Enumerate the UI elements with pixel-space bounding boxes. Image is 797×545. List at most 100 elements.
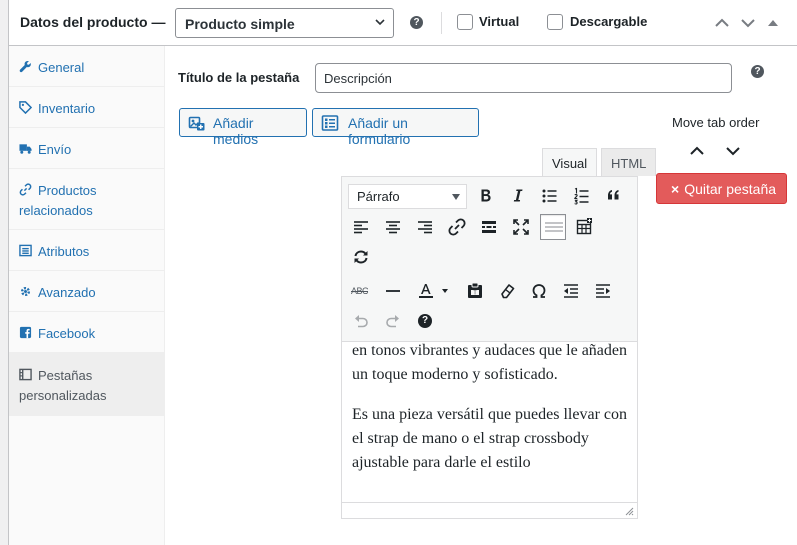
sidebar-item-label: Pestañas [38, 368, 93, 383]
caret-down-icon [452, 194, 460, 200]
align-center-icon [386, 221, 400, 234]
gear-icon [20, 286, 31, 297]
align-right-button[interactable] [412, 214, 438, 240]
sidebar-item-productos-relacionados[interactable]: Productos relacionados [9, 169, 165, 230]
indent-icon [596, 284, 610, 298]
undo-button[interactable] [348, 308, 374, 334]
move-tab-down-icon[interactable] [725, 143, 741, 159]
product-data-panel: Datos del producto — Producto simple ? V… [8, 0, 797, 545]
sidebar-item-inventario[interactable]: Inventario [9, 87, 165, 128]
virtual-checkbox[interactable] [457, 14, 473, 30]
virtual-label: Virtual [479, 14, 520, 29]
numbered-list-button[interactable] [569, 183, 595, 209]
blockquote-icon [608, 190, 619, 200]
editor-toolbar: Párrafo ABC T ? [342, 177, 637, 342]
product-type-value: Producto simple [185, 16, 295, 32]
format-select[interactable]: Párrafo [348, 184, 467, 209]
remove-tab-label: Quitar pestaña [684, 181, 777, 197]
tab-visual[interactable]: Visual [542, 148, 598, 176]
text-color-button[interactable] [412, 278, 454, 304]
sidebar-item-label: personalizadas [19, 388, 107, 403]
read-more-icon [482, 221, 496, 233]
remove-tab-button[interactable]: × Quitar pestaña [656, 173, 787, 204]
clear-formatting-button[interactable] [494, 278, 520, 304]
sidebar-item-facebook[interactable]: Facebook [9, 312, 165, 353]
format-value: Párrafo [357, 189, 400, 204]
keyboard-shortcuts-help-icon[interactable]: ? [418, 314, 432, 328]
bold-icon [481, 189, 491, 202]
indent-button[interactable] [590, 278, 616, 304]
product-data-tabs: General Inventario Envío Productos relaci… [9, 46, 165, 545]
header-divider [441, 12, 442, 34]
bullet-list-button[interactable] [537, 183, 563, 209]
move-tab-up-icon[interactable] [689, 143, 705, 159]
link-icon [448, 218, 466, 236]
strikethrough-icon: ABC [351, 286, 369, 296]
sidebar-item-atributos[interactable]: Atributos [9, 230, 165, 271]
truck-icon [19, 144, 32, 154]
sidebar-item-pestanas-personalizadas[interactable]: Pestañas personalizadas [9, 353, 165, 416]
sidebar-item-label: Productos [38, 183, 97, 198]
align-left-button[interactable] [348, 214, 374, 240]
italic-button[interactable] [505, 183, 531, 209]
list-icon [19, 244, 32, 257]
sidebar-item-label: Facebook [38, 326, 96, 341]
collapse-toggle-icon[interactable] [767, 14, 779, 32]
help-icon[interactable]: ? [410, 16, 423, 29]
product-type-select[interactable]: Producto simple [175, 8, 394, 38]
omega-icon [532, 284, 546, 298]
content-paragraph: Es una pieza versátil que puedes llevar … [352, 406, 627, 471]
strikethrough-button[interactable]: ABC [348, 278, 374, 304]
numbered-list-icon [574, 187, 589, 205]
text-color-icon [419, 284, 448, 298]
tab-title-input[interactable]: Descripción [315, 63, 732, 93]
blockquote-button[interactable] [601, 183, 627, 209]
fullscreen-button[interactable] [508, 214, 534, 240]
special-character-button[interactable] [526, 278, 552, 304]
eraser-icon [501, 284, 515, 299]
table-button[interactable] [572, 214, 598, 240]
sidebar-item-label: Inventario [38, 101, 96, 116]
horizontal-line-button[interactable] [380, 278, 406, 304]
outdent-button[interactable] [558, 278, 584, 304]
redo-button[interactable] [380, 308, 406, 334]
downloadable-label: Descargable [570, 14, 648, 29]
resize-handle-icon[interactable] [624, 506, 634, 516]
wrench-icon [19, 60, 31, 73]
downloadable-checkbox[interactable] [547, 14, 563, 30]
move-down-icon[interactable] [739, 14, 757, 32]
sidebar-item-general[interactable]: General [9, 46, 165, 87]
sidebar-item-avanzado[interactable]: Avanzado [9, 271, 165, 312]
sidebar-item-label: Avanzado [38, 285, 96, 300]
tab-title-label: Título de la pestaña [178, 70, 300, 85]
help-icon[interactable]: ? [751, 65, 764, 78]
chevron-down-icon [375, 19, 385, 26]
sidebar-item-label: Envío [38, 142, 72, 157]
table-icon [576, 218, 592, 235]
redo-icon [386, 315, 399, 328]
editor-statusbar [342, 502, 637, 518]
move-up-icon[interactable] [713, 14, 731, 32]
link-icon [19, 183, 32, 196]
rich-text-editor: Párrafo ABC T ? en tonos vibrantes y aud… [341, 176, 638, 519]
content-paragraph: en tonos vibrantes y audaces que le añad… [352, 342, 628, 383]
panel-title: Datos del producto — [20, 14, 166, 30]
add-media-label: Añadir medios [213, 115, 259, 147]
read-more-button[interactable] [476, 214, 502, 240]
add-form-button[interactable]: Añadir un formulario [312, 108, 479, 147]
sidebar-item-envio[interactable]: Envío [9, 128, 165, 169]
align-right-icon [418, 221, 432, 234]
align-center-button[interactable] [380, 214, 406, 240]
paste-text-button[interactable]: T [462, 278, 488, 304]
refresh-button[interactable] [348, 244, 374, 270]
tag-icon [19, 101, 32, 114]
tab-title-value: Descripción [324, 71, 392, 86]
bullet-list-icon [542, 189, 557, 203]
tab-html[interactable]: HTML [601, 148, 657, 176]
toolbar-toggle-button[interactable] [540, 214, 566, 240]
bold-button[interactable] [473, 183, 499, 209]
facebook-icon [19, 326, 32, 339]
editor-content[interactable]: en tonos vibrantes y audaces que le añad… [352, 339, 632, 491]
add-media-button[interactable]: Añadir medios [179, 108, 307, 147]
insert-link-button[interactable] [444, 214, 470, 240]
